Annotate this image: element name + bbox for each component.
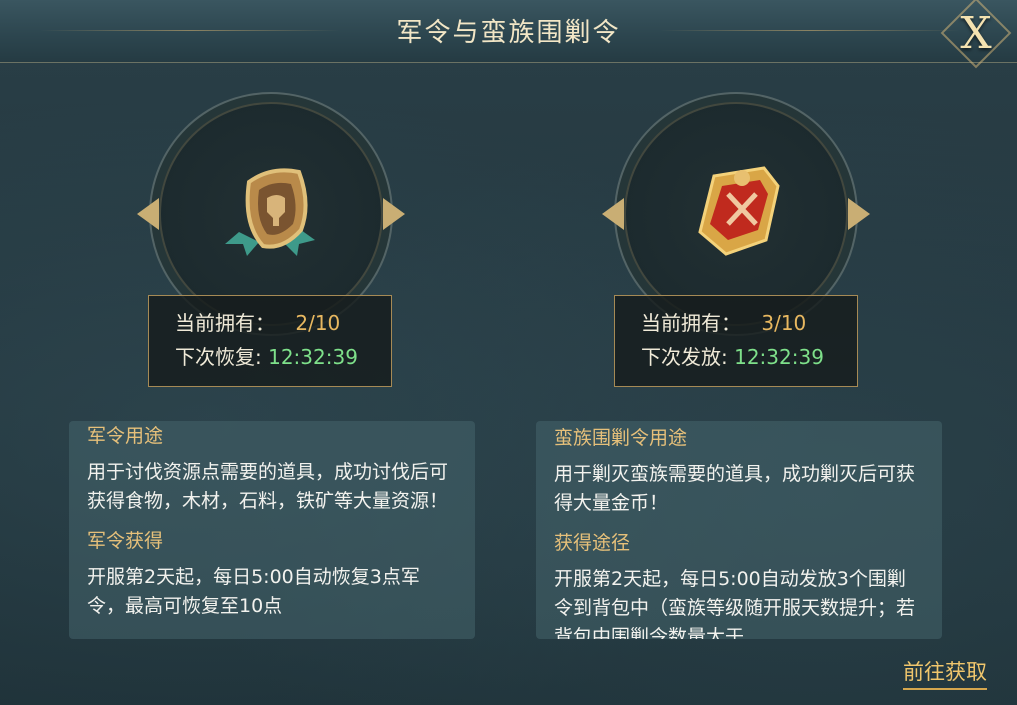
- owned-row: 当前拥有： 2/10: [175, 306, 391, 340]
- usage-text: 用于讨伐资源点需要的道具，成功讨伐后可获得食物，木材，石料，铁矿等大量资源！: [87, 461, 449, 512]
- army-order-description-panel[interactable]: 军令用途 用于讨伐资源点需要的道具，成功讨伐后可获得食物，木材，石料，铁矿等大量…: [69, 421, 475, 639]
- obtain-title: 军令获得: [87, 530, 164, 552]
- timer-row: 下次发放: 12:32:39: [641, 340, 857, 374]
- timer-label: 下次恢复:: [175, 345, 262, 369]
- timer-value: 12:32:39: [734, 345, 824, 369]
- owned-value: 3/10: [761, 311, 807, 335]
- close-icon: X: [960, 7, 992, 59]
- owned-value: 2/10: [295, 311, 341, 335]
- usage-text: 用于剿灭蛮族需要的道具，成功剿灭后可获得大量金币！: [554, 463, 916, 514]
- obtain-title: 获得途径: [554, 532, 631, 554]
- obtain-text: 开服第2天起，每日5:00自动恢复3点军令，最高可恢复至10点: [87, 566, 420, 617]
- goto-obtain-link[interactable]: 前往获取: [903, 656, 987, 690]
- owned-label: 当前拥有：: [641, 311, 741, 335]
- usage-title: 军令用途: [87, 425, 164, 447]
- title-bar: 军令与蛮族围剿令: [0, 0, 1017, 63]
- owned-label: 当前拥有：: [175, 311, 275, 335]
- close-button[interactable]: X: [940, 0, 1012, 69]
- barbarian-order-description-panel[interactable]: 蛮族围剿令用途 用于剿灭蛮族需要的道具，成功剿灭后可获得大量金币！ 获得途径 开…: [536, 421, 942, 639]
- army-order-status-box: 当前拥有： 2/10 下次恢复: 12:32:39: [148, 295, 392, 387]
- obtain-text: 开服第2天起，每日5:00自动发放3个围剿令到背包中（蛮族等级随开服天数提升；若…: [554, 568, 916, 639]
- timer-value: 12:32:39: [268, 345, 358, 369]
- barbarian-order-status-box: 当前拥有： 3/10 下次发放: 12:32:39: [614, 295, 858, 387]
- usage-title: 蛮族围剿令用途: [554, 427, 688, 449]
- owned-row: 当前拥有： 3/10: [641, 306, 857, 340]
- window-title: 军令与蛮族围剿令: [396, 18, 621, 48]
- timer-row: 下次恢复: 12:32:39: [175, 340, 391, 374]
- timer-label: 下次发放:: [641, 345, 728, 369]
